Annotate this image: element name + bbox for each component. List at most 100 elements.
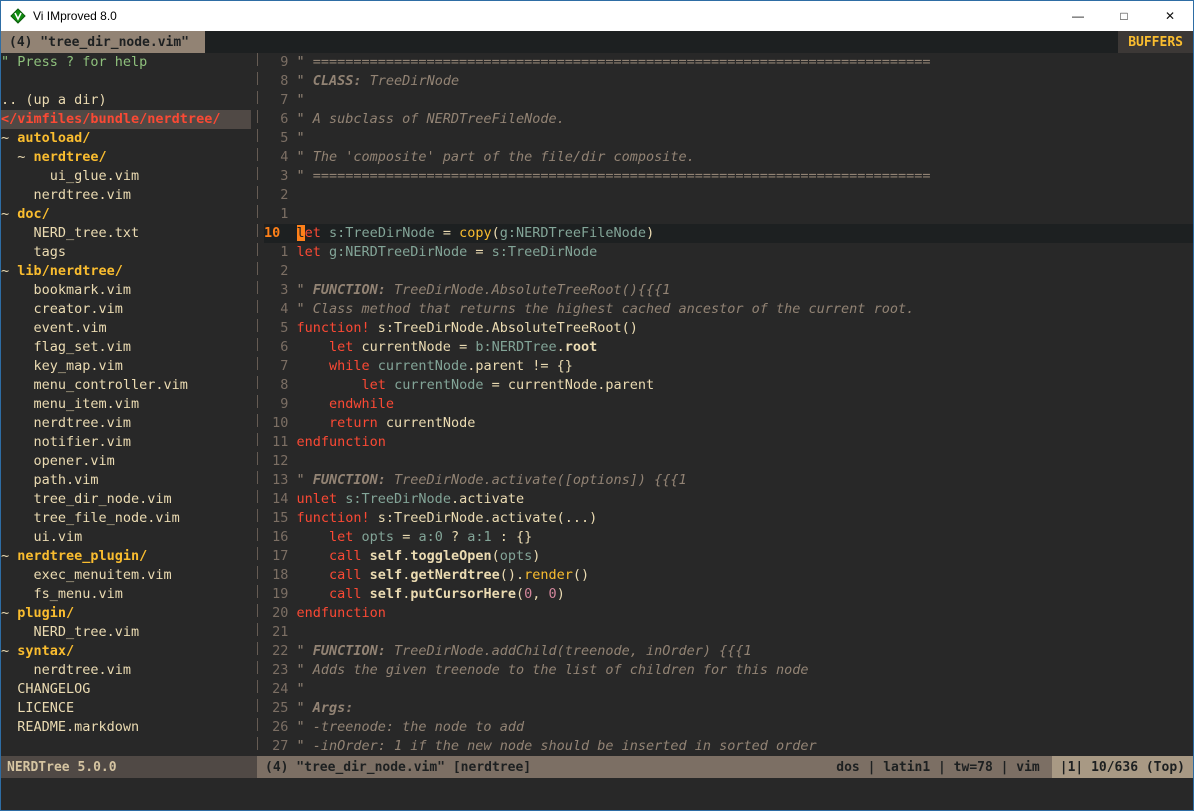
tree-item[interactable]: tags [1, 243, 251, 262]
tree-item[interactable]: opener.vim [1, 452, 251, 471]
code-line[interactable]: 6 let currentNode = b:NERDTree.root [264, 338, 1193, 357]
token: let [329, 529, 353, 545]
file-status: (4) "tree_dir_node.vim" [nerdtree] [265, 760, 531, 775]
code-line[interactable]: 1 let g:NERDTreeDirNode = s:TreeDirNode [264, 243, 1193, 262]
code-line[interactable]: 3 " FUNCTION: TreeDirNode.AbsoluteTreeRo… [264, 281, 1193, 300]
token [297, 377, 362, 393]
code-line[interactable]: 8 let currentNode = currentNode.parent [264, 376, 1193, 395]
code-line[interactable]: 22 " FUNCTION: TreeDirNode.addChild(tree… [264, 642, 1193, 661]
token: getNerdtree [410, 567, 499, 583]
tree-item[interactable]: ~ syntax/ [1, 642, 251, 661]
tab-tree-dir-node[interactable]: (4) "tree_dir_node.vim" [1, 31, 205, 53]
code-line[interactable]: 7 " [264, 91, 1193, 110]
code-line[interactable]: 14 unlet s:TreeDirNode.activate [264, 490, 1193, 509]
tree-item[interactable]: notifier.vim [1, 433, 251, 452]
code-line[interactable]: 21 [264, 623, 1193, 642]
tree-item[interactable]: ~ nerdtree_plugin/ [1, 547, 251, 566]
code-line[interactable]: 12 [264, 452, 1193, 471]
code-line[interactable]: 7 while currentNode.parent != {} [264, 357, 1193, 376]
code-line[interactable]: 20 endfunction [264, 604, 1193, 623]
code-line[interactable]: 23 " Adds the given treenode to the list… [264, 661, 1193, 680]
code-line[interactable]: 19 call self.putCursorHere(0, 0) [264, 585, 1193, 604]
tree-item[interactable] [1, 72, 251, 91]
tree-item[interactable]: fs_menu.vim [1, 585, 251, 604]
token: g:NERDTreeDirNode [329, 244, 467, 260]
code-line[interactable]: 13 " FUNCTION: TreeDirNode.activate([opt… [264, 471, 1193, 490]
tree-item[interactable]: ~ plugin/ [1, 604, 251, 623]
tree-item[interactable]: README.markdown [1, 718, 251, 737]
token: root [565, 339, 598, 355]
token: unlet [297, 491, 338, 507]
tree-item[interactable]: ~ doc/ [1, 205, 251, 224]
tree-item[interactable]: exec_menuitem.vim [1, 566, 251, 585]
code-line[interactable]: 24 " [264, 680, 1193, 699]
tree-item[interactable]: key_map.vim [1, 357, 251, 376]
tree-item[interactable]: path.vim [1, 471, 251, 490]
tree-item[interactable]: " Press ? for help [1, 53, 251, 72]
window-separator[interactable] [251, 53, 264, 756]
code-line[interactable]: 5 function! s:TreeDirNode.AbsoluteTreeRo… [264, 319, 1193, 338]
line-number: 4 [264, 300, 297, 319]
code-line[interactable]: 17 call self.toggleOpen(opts) [264, 547, 1193, 566]
line-number: 7 [264, 91, 297, 110]
tree-item[interactable]: creator.vim [1, 300, 251, 319]
line-number: 1 [264, 243, 297, 262]
maximize-button[interactable]: □ [1101, 1, 1147, 31]
tree-item[interactable]: menu_controller.vim [1, 376, 251, 395]
tree-item[interactable]: bookmark.vim [1, 281, 251, 300]
line-number: 12 [264, 452, 297, 471]
tree-item[interactable]: ~ lib/nerdtree/ [1, 262, 251, 281]
code-line[interactable]: 10 let s:TreeDirNode = copy(g:NERDTreeFi… [264, 224, 1193, 243]
line-number: 15 [264, 509, 297, 528]
line-number: 17 [264, 547, 297, 566]
token: ui.vim [1, 529, 82, 545]
tree-item[interactable]: nerdtree.vim [1, 414, 251, 433]
code-line[interactable]: 2 [264, 186, 1193, 205]
tree-item[interactable]: CHANGELOG [1, 680, 251, 699]
tree-item[interactable]: tree_dir_node.vim [1, 490, 251, 509]
code-line[interactable]: 15 function! s:TreeDirNode.activate(...) [264, 509, 1193, 528]
token: nerdtree.vim [1, 415, 131, 431]
tree-item[interactable]: NERD_tree.vim [1, 623, 251, 642]
title-bar[interactable]: Vi IMproved 8.0 — □ ✕ [1, 1, 1193, 31]
code-line[interactable]: 9 " ====================================… [264, 53, 1193, 72]
code-line[interactable]: 25 " Args: [264, 699, 1193, 718]
code-line[interactable]: 2 [264, 262, 1193, 281]
tree-item[interactable]: nerdtree.vim [1, 186, 251, 205]
code-line[interactable]: 27 " -inOrder: 1 if the new node should … [264, 737, 1193, 756]
tree-item[interactable]: ~ nerdtree/ [1, 148, 251, 167]
token: ) [557, 586, 565, 602]
code-line[interactable]: 6 " A subclass of NERDTreeFileNode. [264, 110, 1193, 129]
tree-item[interactable]: LICENCE [1, 699, 251, 718]
close-button[interactable]: ✕ [1147, 1, 1193, 31]
tree-item[interactable]: .. (up a dir) [1, 91, 251, 110]
code-line[interactable]: 18 call self.getNerdtree().render() [264, 566, 1193, 585]
code-line[interactable]: 4 " The 'composite' part of the file/dir… [264, 148, 1193, 167]
code-line[interactable]: 9 endwhile [264, 395, 1193, 414]
code-line[interactable]: 8 " CLASS: TreeDirNode [264, 72, 1193, 91]
token: menu_controller.vim [1, 377, 188, 393]
tree-item[interactable]: event.vim [1, 319, 251, 338]
token: opts [362, 529, 395, 545]
tree-item[interactable]: ui.vim [1, 528, 251, 547]
code-line[interactable]: 5 " [264, 129, 1193, 148]
code-line[interactable]: 16 let opts = a:0 ? a:1 : {} [264, 528, 1193, 547]
minimize-button[interactable]: — [1055, 1, 1101, 31]
tree-item[interactable]: nerdtree.vim [1, 661, 251, 680]
tree-item[interactable]: </vimfiles/bundle/nerdtree/ [1, 110, 251, 129]
tree-item[interactable]: NERD_tree.txt [1, 224, 251, 243]
code-line[interactable]: 26 " -treenode: the node to add [264, 718, 1193, 737]
token: " -inOrder: 1 if the new node should be … [297, 738, 817, 754]
code-line[interactable]: 4 " Class method that returns the highes… [264, 300, 1193, 319]
token: tree_dir_node.vim [1, 491, 172, 507]
tree-item[interactable]: ~ autoload/ [1, 129, 251, 148]
tree-item[interactable]: tree_file_node.vim [1, 509, 251, 528]
code-line[interactable]: 11 endfunction [264, 433, 1193, 452]
token: ) [532, 548, 540, 564]
code-line[interactable]: 3 " ====================================… [264, 167, 1193, 186]
tree-item[interactable]: ui_glue.vim [1, 167, 251, 186]
code-line[interactable]: 10 return currentNode [264, 414, 1193, 433]
tree-item[interactable]: flag_set.vim [1, 338, 251, 357]
code-line[interactable]: 1 [264, 205, 1193, 224]
tree-item[interactable]: menu_item.vim [1, 395, 251, 414]
